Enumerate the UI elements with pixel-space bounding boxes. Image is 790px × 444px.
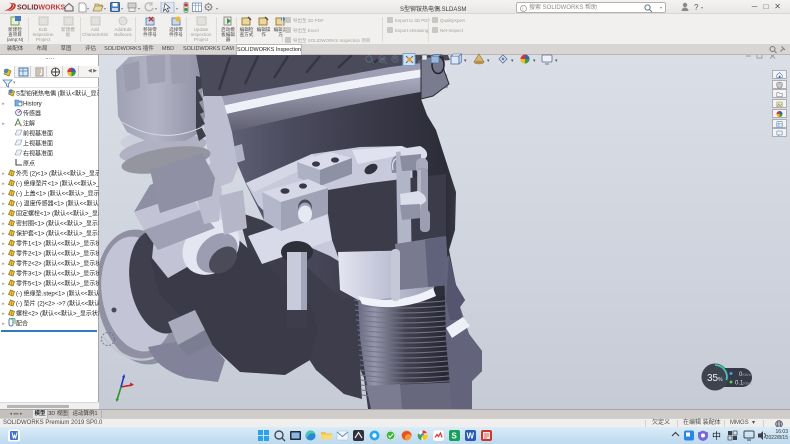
svg-text:▾: ▾: [104, 6, 106, 11]
svg-text:▾: ▾: [533, 58, 536, 64]
svg-text:▾: ▾: [555, 58, 558, 64]
svg-text:i: i: [522, 6, 523, 11]
svg-text:▾: ▾: [176, 6, 178, 11]
svg-text:▾: ▾: [511, 58, 514, 64]
svg-text:▾: ▾: [121, 6, 123, 11]
svg-text:SOLIDWORKS: SOLIDWORKS: [17, 5, 66, 12]
svg-text:▾: ▾: [487, 58, 490, 64]
svg-text:▾: ▾: [464, 58, 467, 64]
svg-text:▾: ▾: [701, 5, 703, 10]
svg-text:中: 中: [712, 430, 721, 441]
svg-text:W: W: [467, 432, 475, 441]
svg-text:▾: ▾: [87, 6, 89, 11]
svg-text:▾: ▾: [216, 6, 218, 11]
svg-text:?: ?: [694, 3, 699, 12]
svg-text:S: S: [452, 432, 458, 441]
svg-text:▾: ▾: [155, 6, 157, 11]
svg-text:▾: ▾: [138, 6, 140, 11]
